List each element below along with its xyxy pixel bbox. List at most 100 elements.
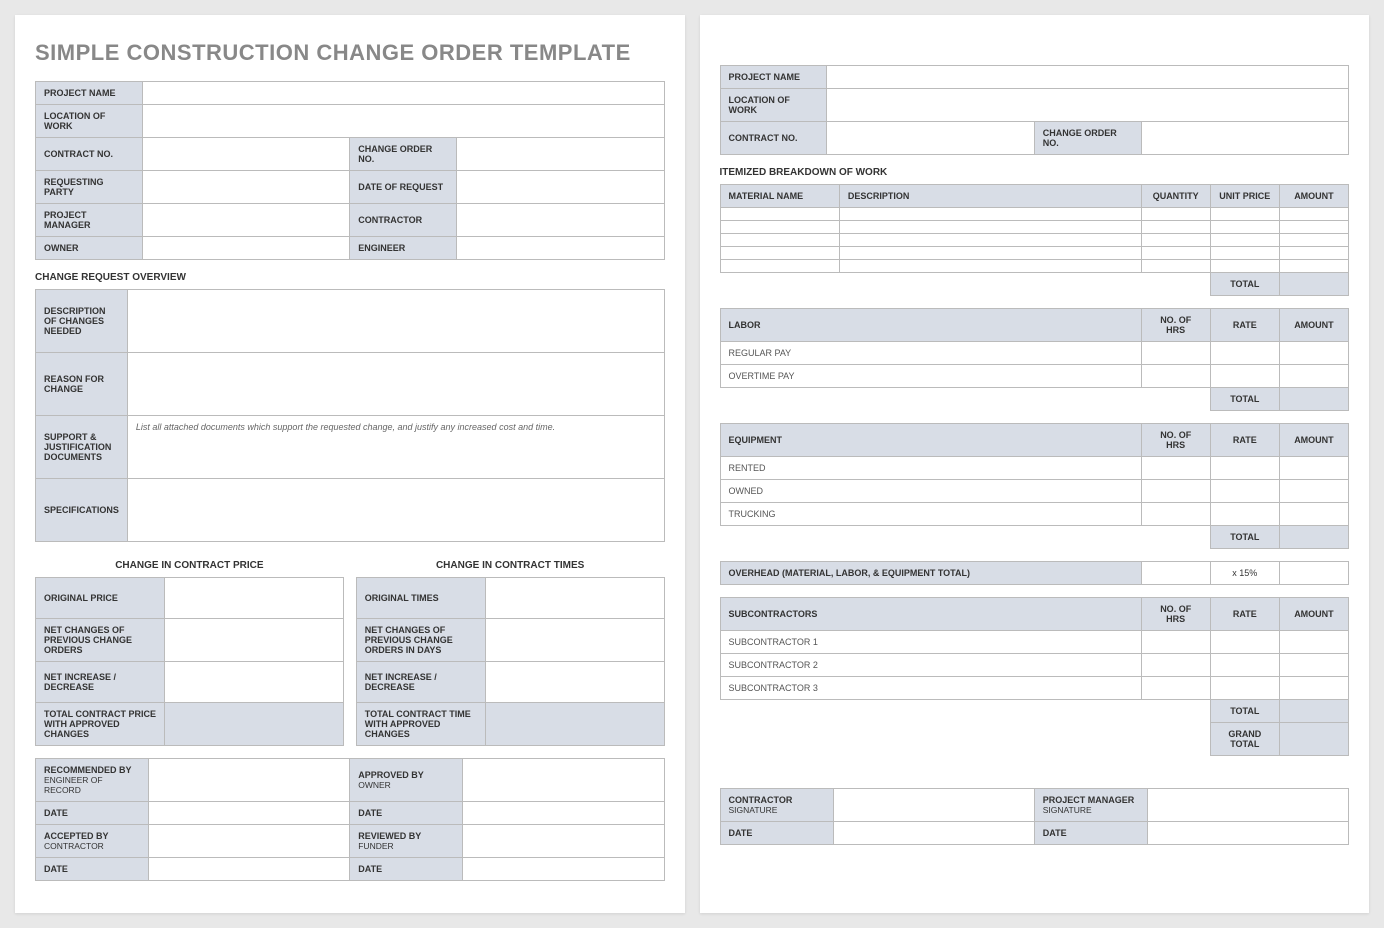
sub-approved: OWNER	[358, 780, 454, 790]
label-material-total: TOTAL	[1210, 273, 1279, 296]
input-engineer[interactable]	[457, 237, 664, 260]
label-grand-total: GRAND TOTAL	[1210, 723, 1279, 756]
input-orig-time[interactable]	[486, 578, 665, 619]
input-location-2[interactable]	[827, 89, 1349, 122]
hint-support-docs[interactable]: List all attached documents which suppor…	[127, 416, 664, 479]
label-date-3: DATE	[36, 858, 149, 881]
input-rented-hrs[interactable]	[1141, 457, 1210, 480]
input-desc-changes[interactable]	[127, 290, 664, 353]
material-row[interactable]	[720, 260, 1349, 273]
equip-total	[1279, 526, 1348, 549]
input-orig-price[interactable]	[165, 578, 344, 619]
input-specifications[interactable]	[127, 479, 664, 542]
row-trucking: TRUCKING	[720, 503, 1141, 526]
material-row[interactable]	[720, 234, 1349, 247]
input-reviewed[interactable]	[463, 825, 664, 858]
input-contract-no[interactable]	[142, 138, 349, 171]
input-date-request[interactable]	[457, 171, 664, 204]
label-change-order-no: CHANGE ORDER NO.	[350, 138, 457, 171]
material-row[interactable]	[720, 247, 1349, 260]
input-reg-hrs[interactable]	[1141, 342, 1210, 365]
input-net-time[interactable]	[486, 619, 665, 662]
input-date-c[interactable]	[833, 822, 1034, 845]
input-owned-amt[interactable]	[1279, 480, 1348, 503]
input-truck-amt[interactable]	[1279, 503, 1348, 526]
overhead-blank	[1141, 562, 1210, 585]
signature-table-2: CONTRACTORSIGNATUREPROJECT MANAGERSIGNAT…	[720, 788, 1350, 845]
signature-table-1: RECOMMENDED BYENGINEER OF RECORDAPPROVED…	[35, 758, 665, 881]
input-reg-amt[interactable]	[1279, 342, 1348, 365]
input-project-name-2[interactable]	[827, 66, 1349, 89]
label-desc-changes: DESCRIPTION OF CHANGES NEEDED	[36, 290, 128, 353]
input-tot-time[interactable]	[486, 703, 665, 746]
input-ot-rate[interactable]	[1210, 365, 1279, 388]
input-sub1-amt[interactable]	[1279, 631, 1348, 654]
input-change-order-no[interactable]	[457, 138, 664, 171]
input-contract-no-2[interactable]	[827, 122, 1034, 155]
input-date-3[interactable]	[149, 858, 350, 881]
input-pm-sig[interactable]	[1147, 789, 1348, 822]
input-rented-rate[interactable]	[1210, 457, 1279, 480]
input-owned-hrs[interactable]	[1141, 480, 1210, 503]
input-rented-amt[interactable]	[1279, 457, 1348, 480]
input-location[interactable]	[142, 105, 664, 138]
project-info-table: PROJECT NAME LOCATION OF WORK CONTRACT N…	[35, 81, 665, 260]
input-date-pm[interactable]	[1147, 822, 1348, 845]
input-sub1-hrs[interactable]	[1141, 631, 1210, 654]
input-change-order-no-2[interactable]	[1141, 122, 1348, 155]
input-accepted[interactable]	[149, 825, 350, 858]
material-row[interactable]	[720, 221, 1349, 234]
label-contractor-sig: CONTRACTOR	[729, 795, 825, 805]
input-owner[interactable]	[142, 237, 349, 260]
input-pm[interactable]	[142, 204, 349, 237]
input-recommended[interactable]	[149, 759, 350, 802]
input-date-4[interactable]	[463, 858, 664, 881]
sub-accepted: CONTRACTOR	[44, 841, 140, 851]
input-approved[interactable]	[463, 759, 664, 802]
input-ot-hrs[interactable]	[1141, 365, 1210, 388]
price-heading: CHANGE IN CONTRACT PRICE	[35, 560, 344, 571]
input-reason[interactable]	[127, 353, 664, 416]
input-date-2[interactable]	[463, 802, 664, 825]
label-date-request: DATE OF REQUEST	[350, 171, 457, 204]
label-reviewed: REVIEWED BY	[358, 831, 454, 841]
input-sub2-rate[interactable]	[1210, 654, 1279, 677]
input-sub3-hrs[interactable]	[1141, 677, 1210, 700]
input-truck-rate[interactable]	[1210, 503, 1279, 526]
input-date-1[interactable]	[149, 802, 350, 825]
overhead-amt	[1279, 562, 1348, 585]
input-tot-price[interactable]	[165, 703, 344, 746]
col-rate-sub: RATE	[1210, 598, 1279, 631]
input-ot-amt[interactable]	[1279, 365, 1348, 388]
input-contractor[interactable]	[457, 204, 664, 237]
input-sub2-hrs[interactable]	[1141, 654, 1210, 677]
label-overhead: OVERHEAD (MATERIAL, LABOR, & EQUIPMENT T…	[720, 562, 1141, 585]
label-reason: REASON FOR CHANGE	[36, 353, 128, 416]
input-contractor-sig[interactable]	[833, 789, 1034, 822]
label-support-docs: SUPPORT & JUSTIFICATION DOCUMENTS	[36, 416, 128, 479]
input-sub1-rate[interactable]	[1210, 631, 1279, 654]
material-row[interactable]	[720, 208, 1349, 221]
input-sub3-rate[interactable]	[1210, 677, 1279, 700]
input-truck-hrs[interactable]	[1141, 503, 1210, 526]
input-inc-time[interactable]	[486, 662, 665, 703]
label-specifications: SPECIFICATIONS	[36, 479, 128, 542]
col-amt-labor: AMOUNT	[1279, 309, 1348, 342]
col-material: MATERIAL NAME	[720, 185, 839, 208]
input-sub3-amt[interactable]	[1279, 677, 1348, 700]
time-heading: CHANGE IN CONTRACT TIMES	[356, 560, 665, 571]
input-project-name[interactable]	[142, 82, 664, 105]
col-amt-sub: AMOUNT	[1279, 598, 1348, 631]
label-requesting-party: REQUESTING PARTY	[36, 171, 143, 204]
label-contract-no-2: CONTRACT NO.	[720, 122, 827, 155]
label-contractor: CONTRACTOR	[350, 204, 457, 237]
input-sub2-amt[interactable]	[1279, 654, 1348, 677]
col-desc: DESCRIPTION	[839, 185, 1141, 208]
input-net-price[interactable]	[165, 619, 344, 662]
label-owner: OWNER	[36, 237, 143, 260]
input-inc-price[interactable]	[165, 662, 344, 703]
input-reg-rate[interactable]	[1210, 342, 1279, 365]
price-table: ORIGINAL PRICE NET CHANGES OF PREVIOUS C…	[35, 577, 344, 746]
input-owned-rate[interactable]	[1210, 480, 1279, 503]
input-requesting-party[interactable]	[142, 171, 349, 204]
